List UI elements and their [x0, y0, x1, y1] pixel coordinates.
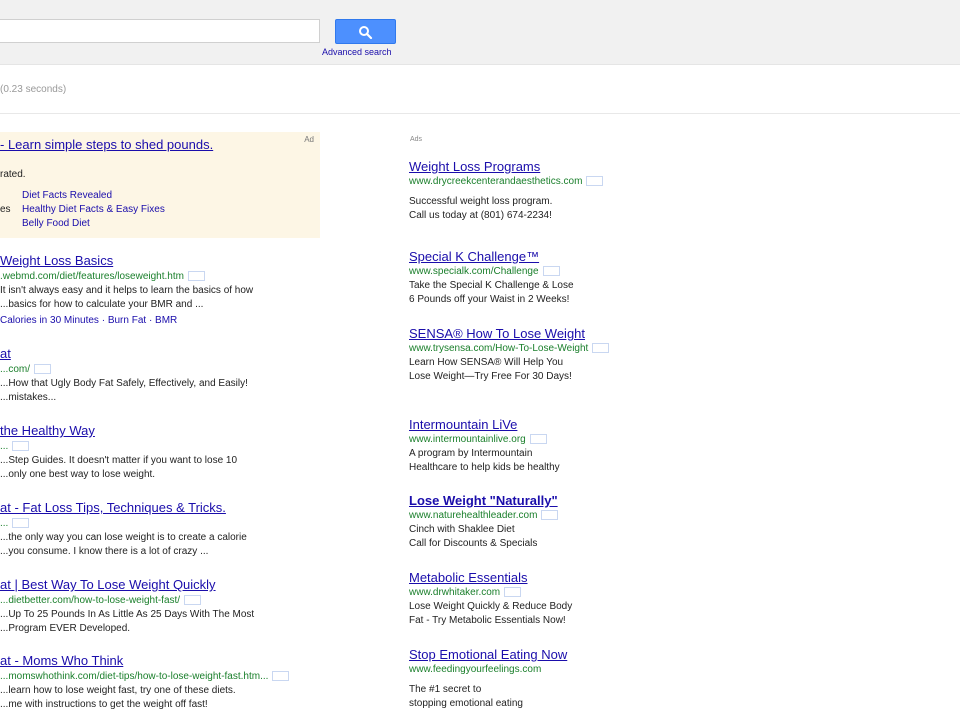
right-ad: SENSA® How To Lose Weight www.trysensa.c…	[409, 326, 629, 384]
result-title-link[interactable]: at	[0, 346, 330, 362]
magnifier-icon	[359, 26, 373, 39]
cached-icon[interactable]	[592, 343, 610, 354]
cached-icon[interactable]	[34, 364, 52, 375]
result-url: ...	[0, 517, 330, 531]
right-ad: Stop Emotional Eating Now www.feedingyou…	[409, 647, 629, 711]
result-url: ...	[0, 440, 330, 454]
results-stats-bar: (0.23 seconds)	[0, 66, 960, 114]
right-ads-label: Ads	[410, 136, 423, 143]
ad-url: www.naturehealthleader.com	[409, 509, 629, 523]
result-snippet: ...basics for how to calculate your BMR …	[0, 299, 204, 310]
search-button[interactable]	[335, 19, 396, 44]
search-input[interactable]	[0, 19, 320, 43]
cached-icon[interactable]	[504, 587, 522, 598]
cached-icon[interactable]	[529, 434, 547, 445]
cached-icon[interactable]	[272, 671, 290, 682]
result-sitelinks[interactable]: Calories in 30 Minutes · Burn Fat · BMR	[0, 314, 330, 328]
ad-title-link[interactable]: SENSA® How To Lose Weight	[409, 326, 629, 342]
ad-description: Learn How SENSA® Will Help You	[409, 357, 564, 368]
ad-description: Cinch with Shaklee Diet	[409, 524, 515, 535]
ad-description: Take the Special K Challenge & Lose	[409, 280, 574, 291]
ad-url: www.specialk.com/Challenge	[409, 265, 629, 279]
advanced-search-link[interactable]: Advanced search	[322, 47, 392, 57]
ad-title-link[interactable]: Stop Emotional Eating Now	[409, 647, 629, 663]
result-title-link[interactable]: the Healthy Way	[0, 423, 330, 439]
ad-description: Lose Weight Quickly & Reduce Body	[409, 601, 573, 612]
ad-url: www.trysensa.com/How-To-Lose-Weight	[409, 342, 629, 356]
search-result: at - Fat Loss Tips, Techniques & Tricks.…	[0, 500, 330, 559]
ad-title-link[interactable]: Metabolic Essentials	[409, 570, 629, 586]
search-header: Advanced search	[0, 0, 960, 65]
result-snippet: ...learn how to lose weight fast, try on…	[0, 685, 236, 696]
ad-description: Healthcare to help kids be healthy	[409, 462, 560, 473]
top-ad-row-label: es	[0, 204, 11, 215]
cached-icon[interactable]	[187, 271, 205, 282]
ad-url: www.feedingyourfeelings.com	[409, 664, 542, 675]
search-result: at ...com/ ...How that Ugly Body Fat Saf…	[0, 346, 330, 405]
ad-description: A program by Intermountain	[409, 448, 533, 459]
top-ad-sitelink[interactable]: Belly Food Diet	[22, 218, 90, 229]
top-ad-block: Ad - Learn simple steps to shed pounds. …	[0, 132, 320, 238]
top-ad-text: rated.	[0, 169, 26, 180]
result-title-link[interactable]: at | Best Way To Lose Weight Quickly	[0, 577, 330, 593]
result-title-link[interactable]: Weight Loss Basics	[0, 253, 330, 269]
cached-icon[interactable]	[12, 518, 30, 529]
results-stats: (0.23 seconds)	[0, 84, 67, 95]
ad-url: www.drwhitaker.com	[409, 586, 629, 600]
ad-title-link[interactable]: Intermountain LiVe	[409, 417, 629, 433]
ad-description: 6 Pounds off your Waist in 2 Weeks!	[409, 294, 570, 305]
ad-url: www.drycreekcenterandaesthetics.com	[409, 175, 629, 189]
ad-description: stopping emotional eating	[409, 698, 523, 709]
result-url: ...com/	[0, 363, 330, 377]
ad-description: Lose Weight—Try Free For 30 Days!	[409, 371, 572, 382]
ad-description: Successful weight loss program.	[409, 196, 553, 207]
result-snippet: ...Program EVER Developed.	[0, 623, 131, 634]
ad-label: Ad	[304, 135, 314, 144]
right-ad: Special K Challenge™ www.specialk.com/Ch…	[409, 249, 629, 307]
result-snippet: It isn't always easy and it helps to lea…	[0, 285, 254, 296]
result-snippet: ...the only way you can lose weight is t…	[0, 532, 247, 543]
ad-title-link[interactable]: Special K Challenge™	[409, 249, 629, 265]
cached-icon[interactable]	[541, 510, 559, 521]
result-snippet: ...only one best way to lose weight.	[0, 469, 156, 480]
right-ad: Metabolic Essentials www.drwhitaker.com …	[409, 570, 629, 628]
ad-url: www.intermountainlive.org	[409, 433, 629, 447]
right-ad: Intermountain LiVe www.intermountainlive…	[409, 417, 629, 475]
result-snippet: ...you consume. I know there is a lot of…	[0, 546, 209, 557]
search-result: the Healthy Way ... ...Step Guides. It d…	[0, 423, 330, 482]
right-ad: Lose Weight "Naturally" www.naturehealth…	[409, 493, 629, 551]
result-url: .webmd.com/diet/features/loseweight.htm	[0, 270, 330, 284]
ad-description: The #1 secret to	[409, 684, 482, 695]
ad-description: Fat - Try Metabolic Essentials Now!	[409, 615, 566, 626]
top-ad-title[interactable]: - Learn simple steps to shed pounds.	[0, 137, 213, 152]
cached-icon[interactable]	[184, 595, 202, 606]
top-ad-sitelink[interactable]: Diet Facts Revealed	[22, 190, 112, 201]
search-result: at | Best Way To Lose Weight Quickly ...…	[0, 577, 330, 636]
result-snippet: ...me with instructions to get the weigh…	[0, 699, 208, 710]
result-title-link[interactable]: at - Fat Loss Tips, Techniques & Tricks.	[0, 500, 330, 516]
result-url: ...momswhothink.com/diet-tips/how-to-los…	[0, 670, 330, 684]
ad-title-link[interactable]: Lose Weight "Naturally"	[409, 493, 629, 509]
cached-icon[interactable]	[12, 441, 30, 452]
search-result: at - Moms Who Think ...momswhothink.com/…	[0, 653, 330, 712]
result-title-link[interactable]: at - Moms Who Think	[0, 653, 330, 669]
cached-icon[interactable]	[542, 266, 560, 277]
ad-description: Call for Discounts & Specials	[409, 538, 538, 549]
right-ad: Weight Loss Programs www.drycreekcentera…	[409, 159, 629, 223]
cached-icon[interactable]	[586, 176, 604, 187]
result-url: ...dietbetter.com/how-to-lose-weight-fas…	[0, 594, 330, 608]
result-snippet: ...How that Ugly Body Fat Safely, Effect…	[0, 378, 248, 389]
result-snippet: ...mistakes...	[0, 392, 57, 403]
ad-description: Call us today at (801) 674-2234!	[409, 210, 552, 221]
ad-title-link[interactable]: Weight Loss Programs	[409, 159, 629, 175]
search-result: Weight Loss Basics .webmd.com/diet/featu…	[0, 253, 330, 328]
result-snippet: ...Up To 25 Pounds In As Little As 25 Da…	[0, 609, 255, 620]
top-ad-sitelink[interactable]: Healthy Diet Facts & Easy Fixes	[22, 204, 165, 215]
result-snippet: ...Step Guides. It doesn't matter if you…	[0, 455, 238, 466]
